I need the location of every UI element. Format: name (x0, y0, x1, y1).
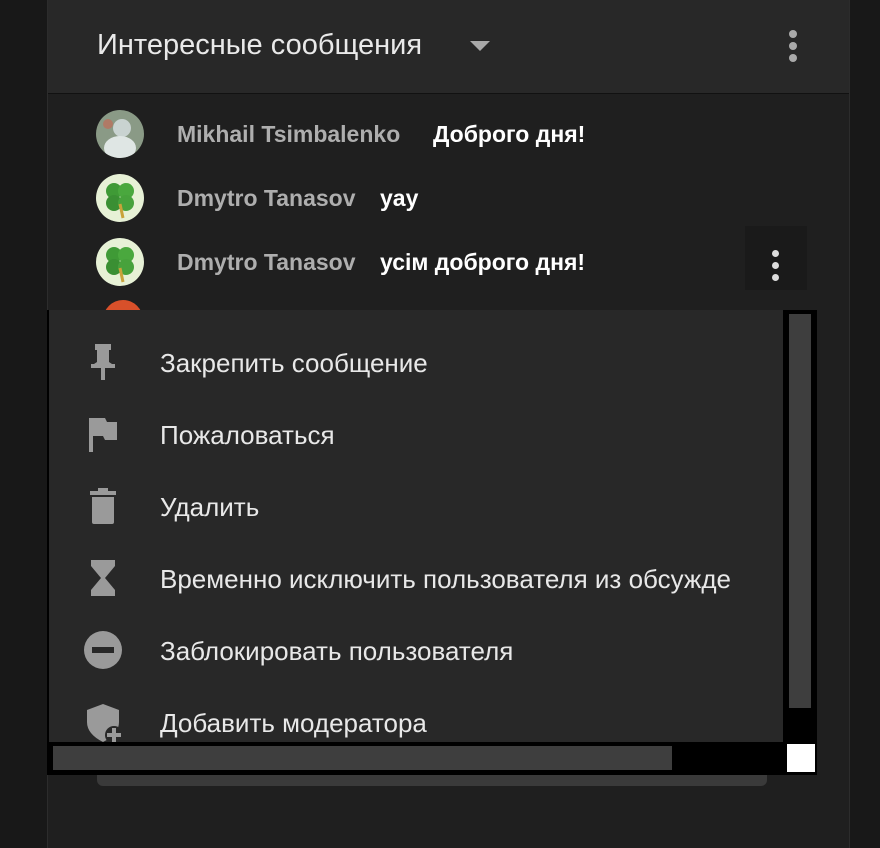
menu-item-label: Заблокировать пользователя (160, 636, 514, 666)
chat-message[interactable]: Mikhail Tsimbalenko Доброго дня! (48, 102, 849, 166)
horizontal-scrollbar[interactable] (53, 746, 672, 770)
block-icon (84, 631, 122, 669)
menu-item-label: Временно исключить пользователя из обсуж… (160, 564, 731, 594)
chat-message[interactable]: Dmytro Tanasov усім доброго дня! (48, 226, 849, 294)
menu-item-label: Закрепить сообщение (160, 348, 428, 378)
vertical-scrollbar[interactable] (789, 314, 811, 708)
avatar[interactable] (96, 238, 144, 286)
shield-plus-icon (87, 704, 123, 742)
message-menu-button[interactable] (745, 226, 807, 290)
dropdown-caret-icon[interactable] (470, 41, 490, 51)
message-author[interactable]: Dmytro Tanasov (177, 249, 356, 276)
menu-item-label: Пожаловаться (160, 420, 335, 450)
more-vertical-icon[interactable] (778, 28, 808, 64)
message-text: yay (380, 185, 419, 211)
menu-item-report[interactable]: Пожаловаться (49, 398, 783, 470)
chat-message[interactable]: Dmytro Tanasov yay (48, 166, 849, 230)
context-menu: Закрепить сообщение Пожаловаться Удалить… (47, 310, 817, 775)
chat-header: Интересные сообщения (48, 0, 849, 94)
menu-item-block[interactable]: Заблокировать пользователя (49, 614, 783, 686)
menu-item-label: Удалить (160, 492, 260, 522)
pin-icon (91, 344, 115, 380)
hourglass-icon (91, 560, 115, 596)
message-author[interactable]: Dmytro Tanasov (177, 185, 356, 212)
menu-item-add-moderator[interactable]: Добавить модератора (49, 686, 783, 742)
trash-icon (90, 488, 116, 524)
menu-item-timeout[interactable]: Временно исключить пользователя из обсуж… (49, 542, 783, 614)
menu-item-pin[interactable]: Закрепить сообщение (49, 326, 783, 398)
message-text: Доброго дня! (433, 121, 586, 147)
avatar[interactable] (96, 110, 144, 158)
chat-title[interactable]: Интересные сообщения (97, 29, 422, 62)
message-text: усім доброго дня! (380, 249, 586, 275)
avatar[interactable] (96, 174, 144, 222)
more-vertical-icon (772, 250, 779, 257)
message-author[interactable]: Mikhail Tsimbalenko (177, 121, 400, 148)
menu-item-delete[interactable]: Удалить (49, 470, 783, 542)
menu-item-label: Добавить модератора (160, 708, 427, 738)
scrollbar-corner (787, 744, 815, 772)
flag-icon (89, 418, 117, 452)
context-menu-list: Закрепить сообщение Пожаловаться Удалить… (49, 310, 783, 742)
